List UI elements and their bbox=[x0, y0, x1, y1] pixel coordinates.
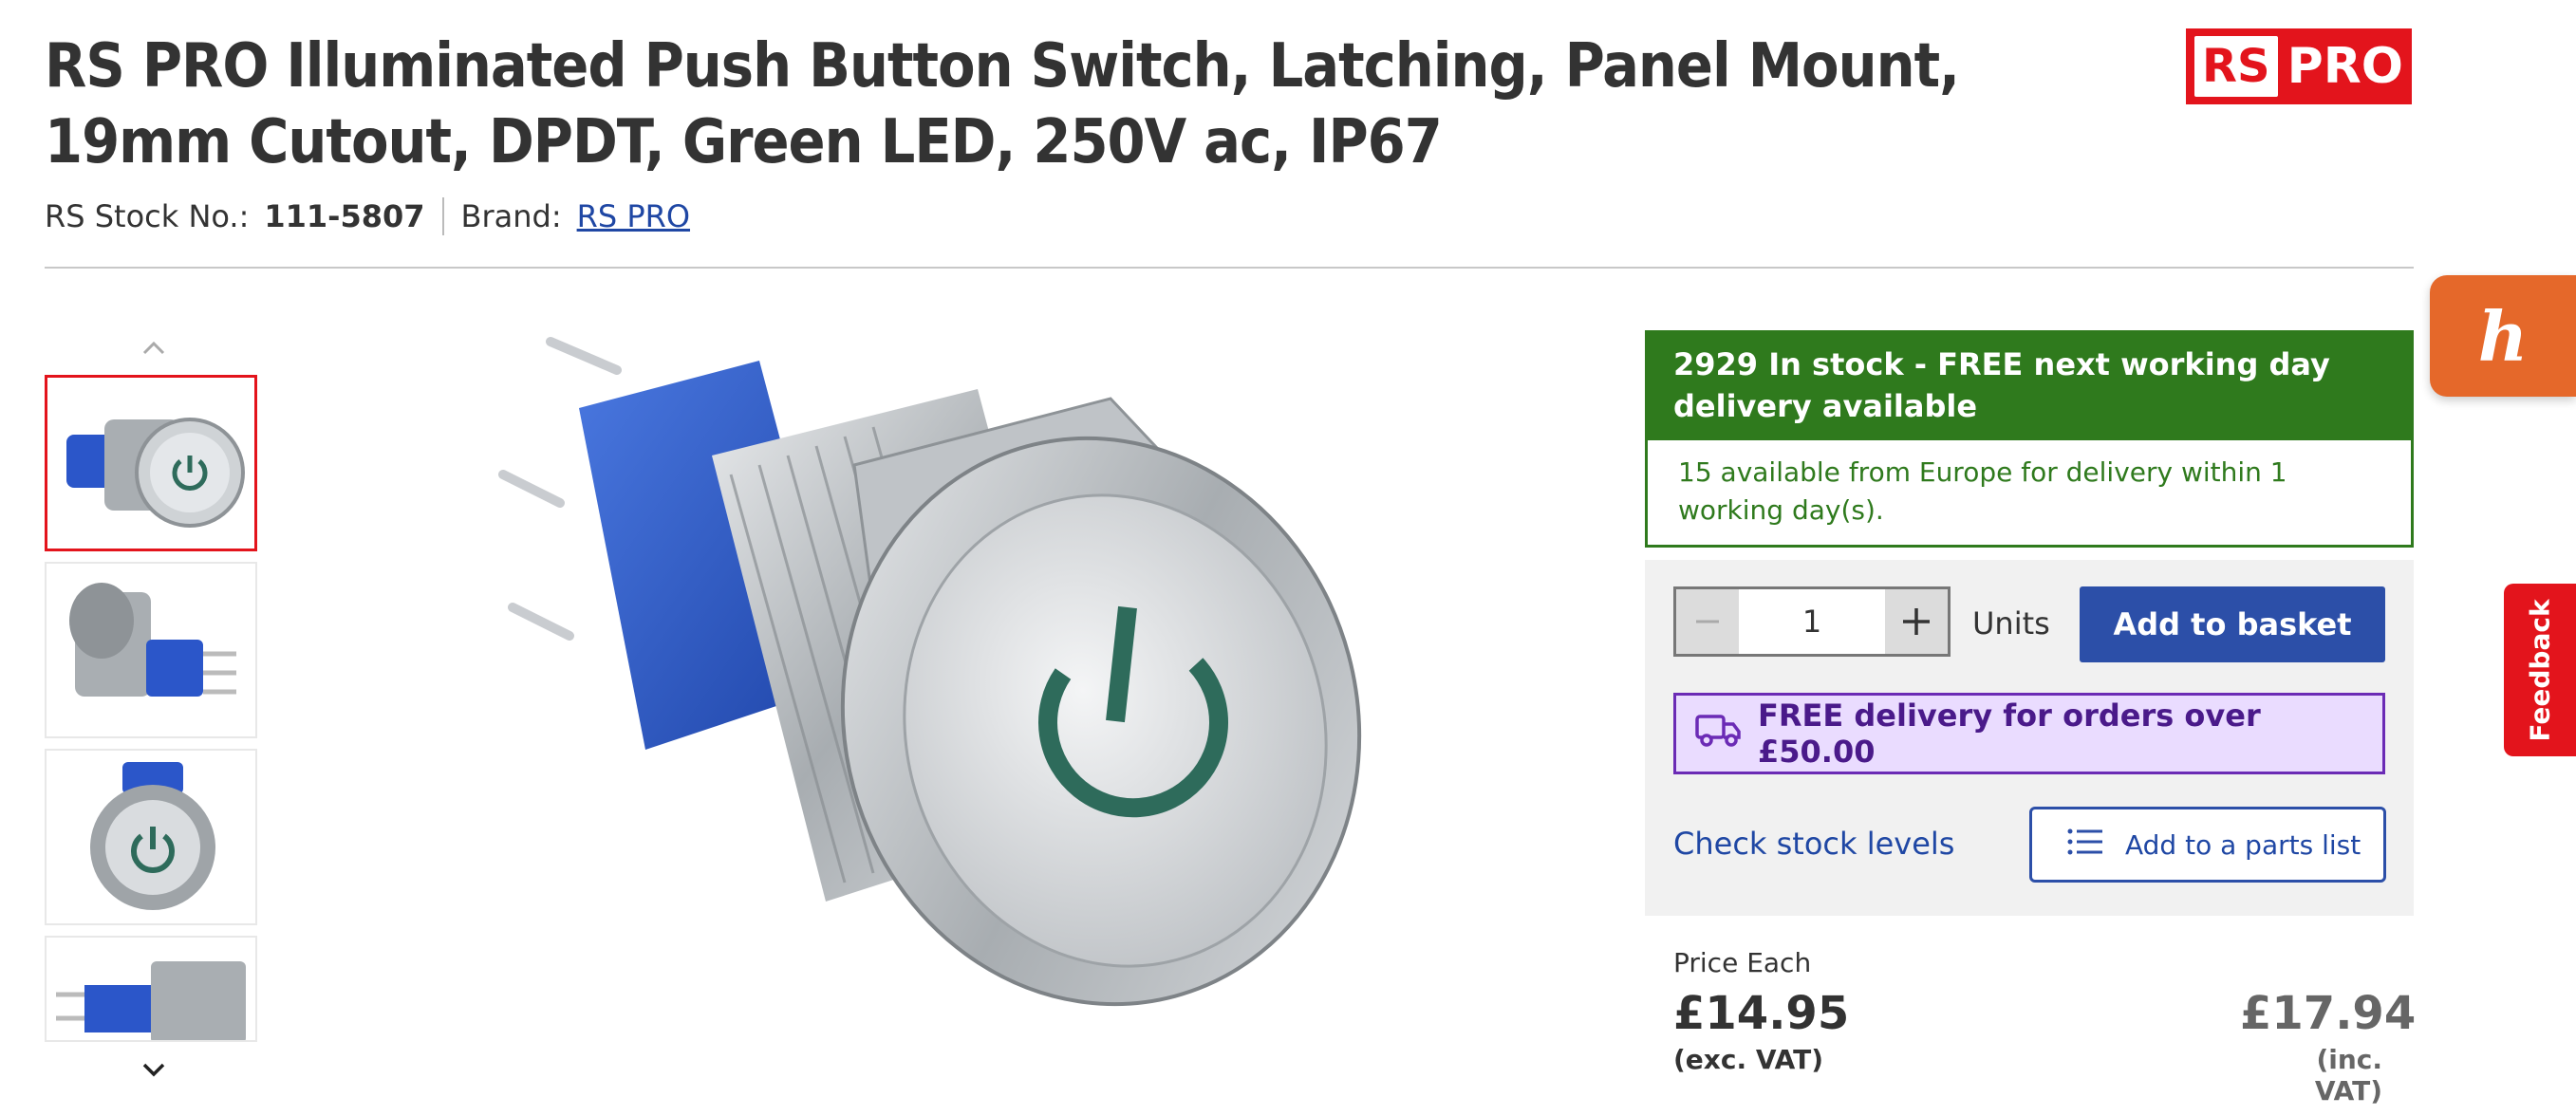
thumbnail-2[interactable] bbox=[45, 562, 257, 738]
price-exc-vat: £14.95 bbox=[1673, 987, 1850, 1040]
stock-headline: 2929 In stock - FREE next working day de… bbox=[1645, 330, 2414, 440]
logo-pro-text: PRO bbox=[2287, 38, 2403, 95]
product-meta: RS Stock No.: 111-5807 Brand: RS PRO bbox=[45, 197, 690, 235]
quantity-stepper[interactable]: 1 bbox=[1673, 586, 1951, 657]
free-delivery-banner: FREE delivery for orders over £50.00 bbox=[1673, 693, 2385, 774]
header-divider bbox=[45, 267, 2414, 269]
thumbnail-3[interactable] bbox=[45, 749, 257, 925]
add-to-basket-button[interactable]: Add to basket bbox=[2080, 586, 2385, 662]
stock-number-label: RS Stock No.: bbox=[45, 198, 250, 234]
meta-divider bbox=[441, 197, 444, 235]
logo-rs-text: RS bbox=[2194, 36, 2278, 97]
delivery-truck-icon bbox=[1695, 713, 1741, 754]
exc-vat-note: (exc. VAT) bbox=[1673, 1044, 1823, 1075]
thumbnail-1[interactable] bbox=[45, 375, 257, 551]
price-each-label: Price Each bbox=[1673, 947, 1812, 978]
europe-availability: 15 available from Europe for delivery wi… bbox=[1645, 440, 2414, 548]
decrease-quantity-button[interactable] bbox=[1676, 589, 1739, 654]
honey-extension-button[interactable]: h bbox=[2430, 275, 2576, 397]
rs-pro-logo[interactable]: RS PRO bbox=[2186, 28, 2412, 104]
stock-status: 2929 In stock - FREE next working day de… bbox=[1645, 330, 2414, 548]
check-stock-link[interactable]: Check stock levels bbox=[1673, 826, 1954, 862]
units-label: Units bbox=[1972, 605, 2050, 642]
add-to-parts-list-label: Add to a parts list bbox=[2125, 828, 2361, 861]
product-title: RS PRO Illuminated Push Button Switch, L… bbox=[45, 31, 1960, 177]
feedback-tab[interactable]: Feedback bbox=[2504, 584, 2576, 756]
main-product-image[interactable] bbox=[446, 323, 1433, 1110]
stock-number: 111-5807 bbox=[264, 198, 425, 234]
thumbnail-4[interactable] bbox=[45, 936, 257, 1042]
free-delivery-text: FREE delivery for orders over £50.00 bbox=[1758, 698, 2261, 770]
chevron-up-icon[interactable] bbox=[140, 332, 167, 365]
purchase-panel: 1 Units Add to basket FREE delivery for … bbox=[1645, 560, 2414, 916]
quantity-input[interactable]: 1 bbox=[1739, 589, 1885, 654]
honey-icon: h bbox=[2477, 295, 2529, 377]
increase-quantity-button[interactable] bbox=[1885, 589, 1948, 654]
inc-vat-note: (inc. VAT) bbox=[2314, 1044, 2382, 1107]
price-inc-vat: £17.94 bbox=[2240, 987, 2417, 1040]
chevron-down-icon[interactable] bbox=[140, 1053, 167, 1087]
brand-label: Brand: bbox=[460, 198, 562, 234]
feedback-label: Feedback bbox=[2524, 598, 2556, 742]
brand-link[interactable]: RS PRO bbox=[577, 198, 690, 234]
add-to-parts-list-button[interactable]: Add to a parts list bbox=[2029, 807, 2386, 883]
list-icon bbox=[2066, 827, 2104, 864]
